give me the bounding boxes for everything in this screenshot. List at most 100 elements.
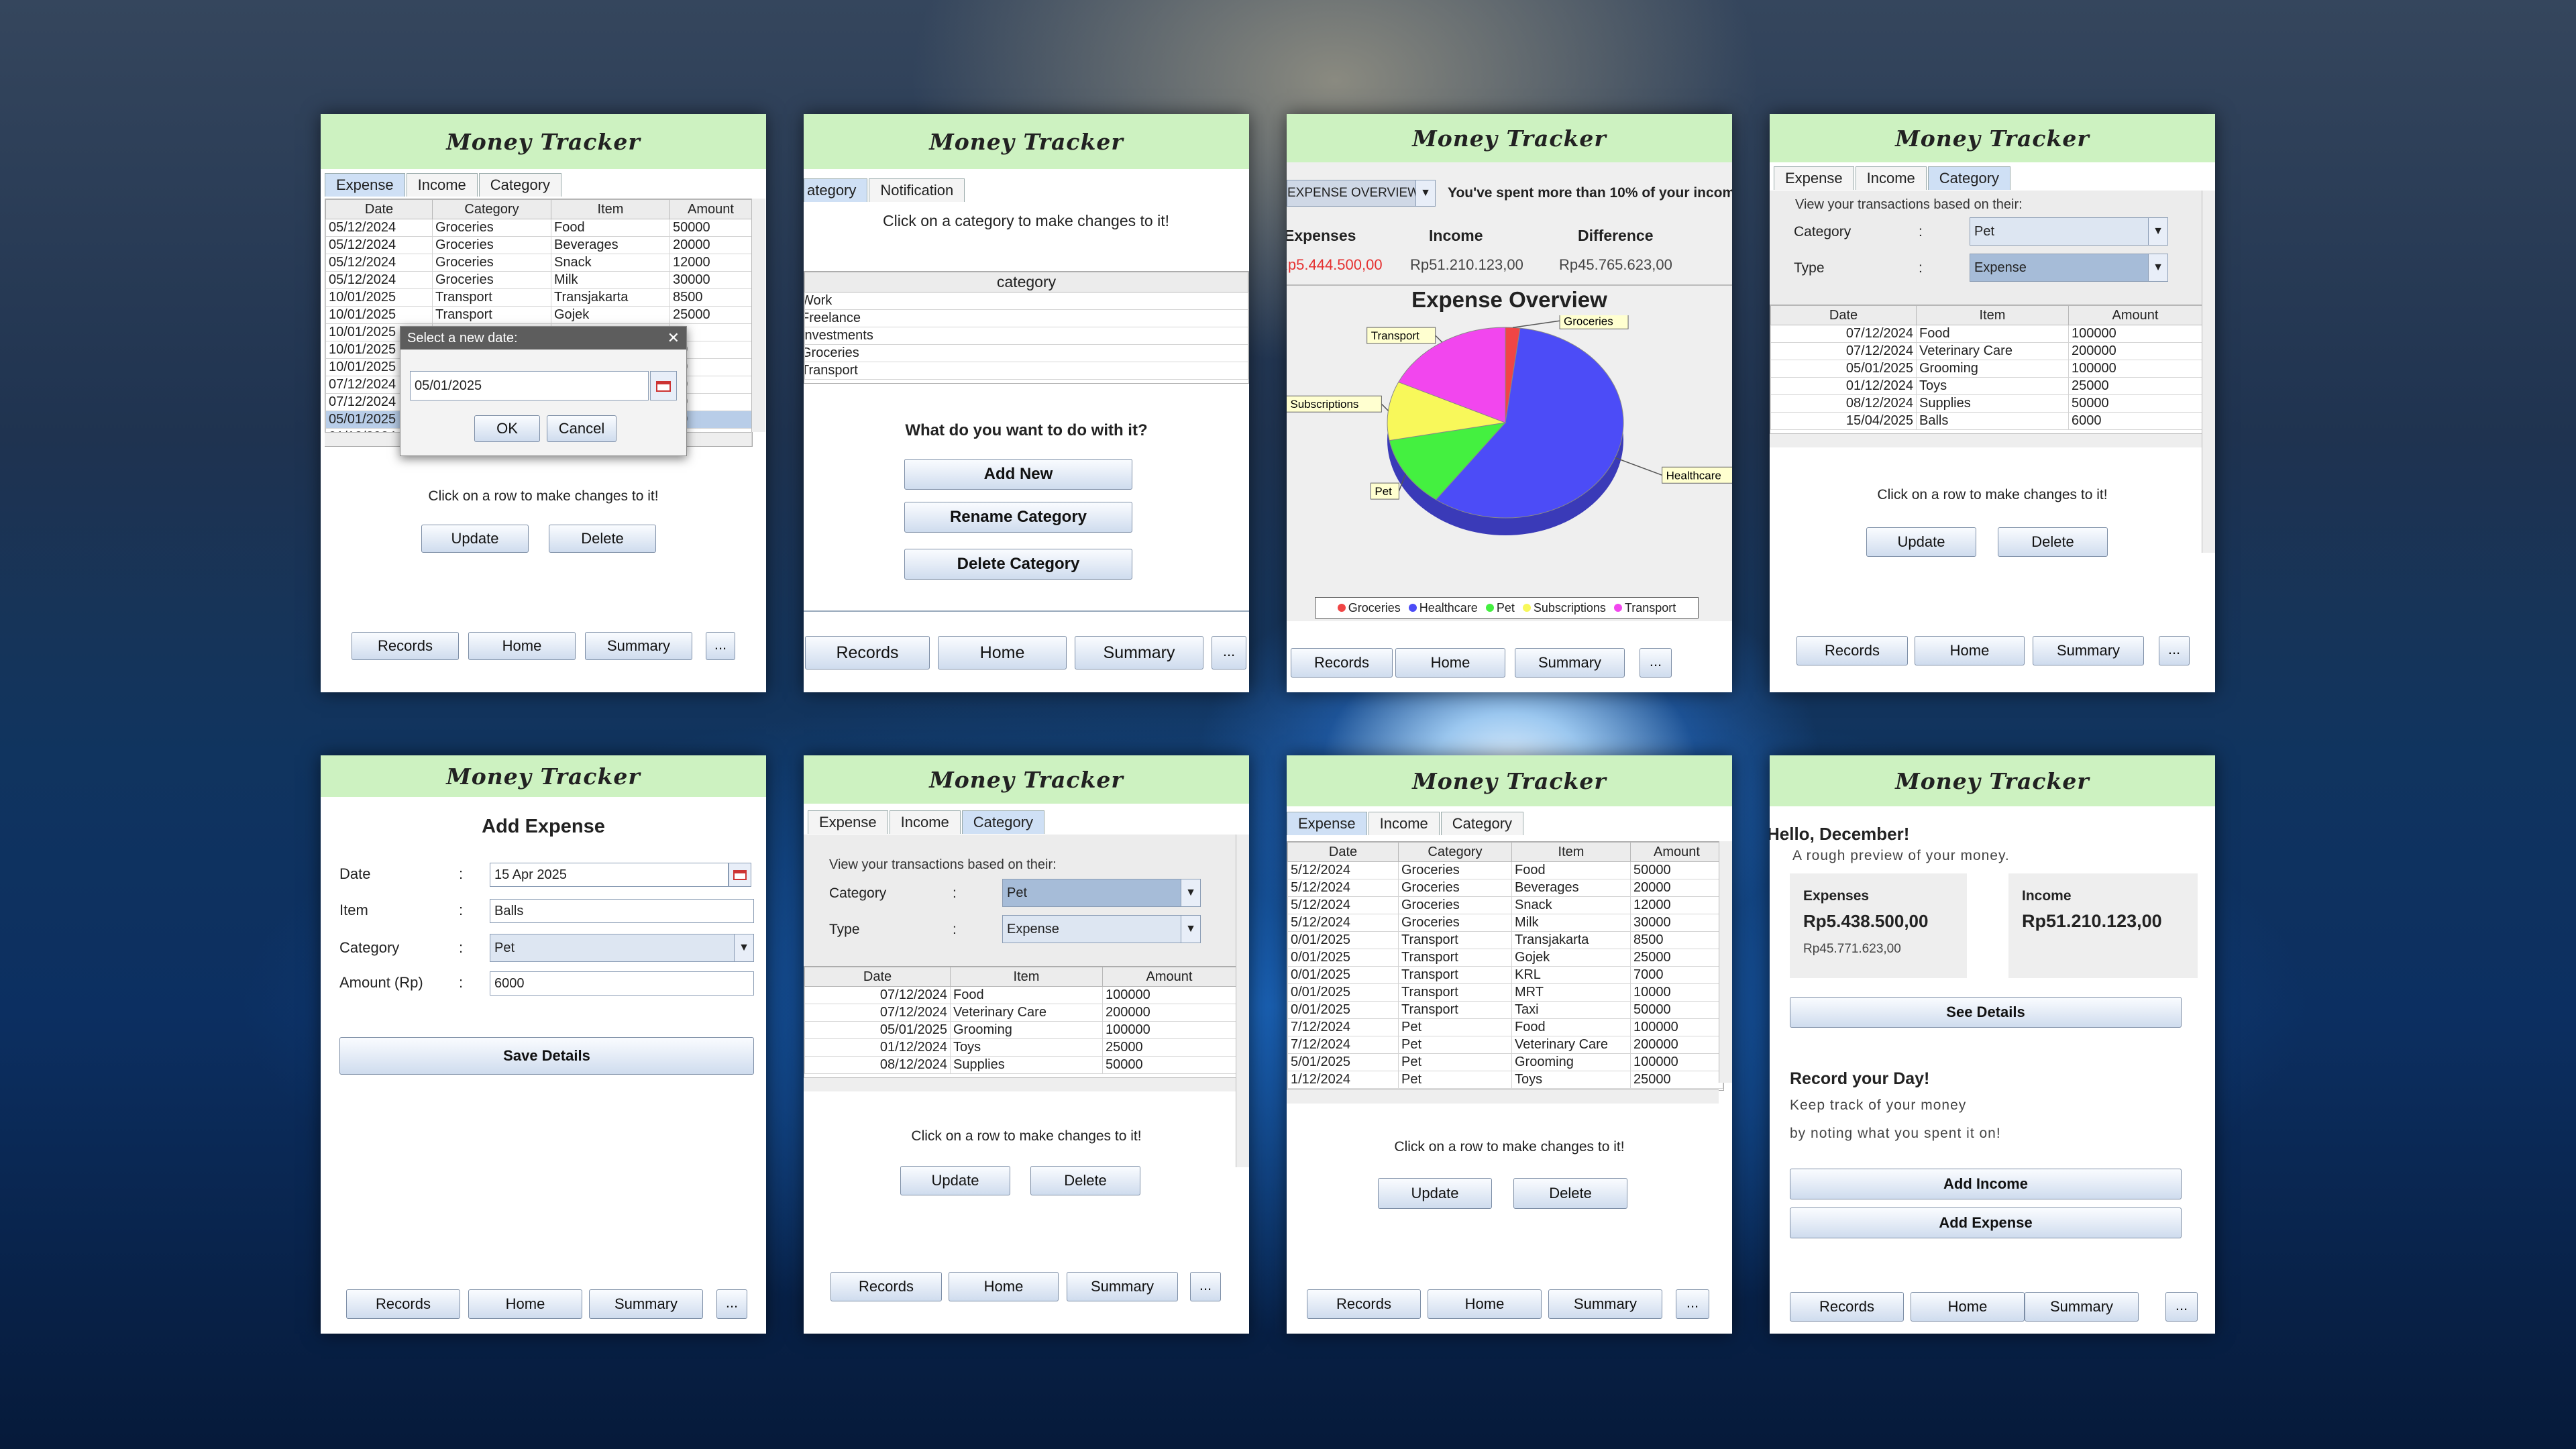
type-select[interactable]: Expense ▼ xyxy=(1970,254,2168,282)
nav-more-button[interactable]: ... xyxy=(706,632,735,660)
nav-summary-button[interactable]: Summary xyxy=(585,632,692,660)
table-row[interactable]: 08/12/2024 Supplies 50000 xyxy=(804,1056,1236,1074)
delete-button[interactable]: Delete xyxy=(549,525,656,553)
table-row[interactable]: 0/01/2025 Transport KRL 7000 xyxy=(1287,966,1723,984)
col-item[interactable]: Item xyxy=(1916,305,2069,325)
col-date[interactable]: Date xyxy=(804,967,951,987)
col-category[interactable]: category xyxy=(804,272,1248,292)
table-row[interactable]: 5/01/2025 Pet Grooming 100000 xyxy=(1287,1053,1723,1071)
tab-income[interactable]: Income xyxy=(406,173,478,197)
col-amount[interactable]: Amount xyxy=(1630,842,1723,862)
table-row[interactable]: 07/12/2024 Veterinary Care 200000 xyxy=(804,1004,1236,1022)
nav-records-button[interactable]: Records xyxy=(352,632,459,660)
chevron-down-icon[interactable]: ▼ xyxy=(1181,916,1200,943)
col-item[interactable]: Item xyxy=(551,199,670,219)
table-row[interactable]: 07/12/2024 Food 100000 xyxy=(1770,325,2202,343)
update-button[interactable]: Update xyxy=(1378,1178,1492,1209)
category-row[interactable]: Transport xyxy=(804,362,1248,380)
add-category-button[interactable]: Add New xyxy=(904,459,1132,490)
nav-home-button[interactable]: Home xyxy=(949,1272,1059,1301)
update-button[interactable]: Update xyxy=(900,1166,1010,1195)
nav-home-button[interactable]: Home xyxy=(1428,1289,1542,1319)
item-field[interactable]: Balls xyxy=(490,899,754,923)
table-row[interactable]: 0/01/2025 Transport Gojek 25000 xyxy=(1287,949,1723,967)
table-row[interactable]: 10/01/2025 Transport Gojek 25000 xyxy=(325,306,752,324)
tab-expense[interactable]: Expense xyxy=(808,810,888,834)
table-row[interactable]: 10/01/2025 Transport Transjakarta 8500 xyxy=(325,288,752,307)
tab-income[interactable]: Income xyxy=(1855,166,1927,190)
col-date[interactable]: Date xyxy=(1770,305,1917,325)
nav-home-button[interactable]: Home xyxy=(1915,636,2025,665)
col-amount[interactable]: Amount xyxy=(1102,967,1236,987)
table-row[interactable]: 5/12/2024 Groceries Milk 30000 xyxy=(1287,914,1723,932)
add-expense-button[interactable]: Add Expense xyxy=(1790,1208,2182,1238)
table-row[interactable]: 0/01/2025 Transport Transjakarta 8500 xyxy=(1287,931,1723,949)
nav-summary-button[interactable]: Summary xyxy=(2033,636,2144,665)
dialog-ok-button[interactable]: OK xyxy=(474,415,540,442)
nav-more-button[interactable]: ... xyxy=(2159,636,2190,665)
nav-summary-button[interactable]: Summary xyxy=(1067,1272,1178,1301)
update-button[interactable]: Update xyxy=(1866,527,1976,557)
table-row[interactable]: 5/12/2024 Groceries Snack 12000 xyxy=(1287,896,1723,914)
overview-dropdown[interactable]: EXPENSE OVERVIEW ▼ xyxy=(1287,180,1436,207)
calendar-icon[interactable] xyxy=(729,863,751,887)
records-table[interactable]: Date Category Item Amount 5/12/2024 Groce… xyxy=(1287,841,1724,1091)
col-item[interactable]: Item xyxy=(950,967,1103,987)
table-row[interactable]: 5/12/2024 Groceries Beverages 20000 xyxy=(1287,879,1723,897)
delete-category-button[interactable]: Delete Category xyxy=(904,549,1132,580)
date-field[interactable]: 15 Apr 2025 xyxy=(490,863,729,887)
nav-summary-button[interactable]: Summary xyxy=(1548,1289,1662,1319)
table-row[interactable]: 07/12/2024 Veterinary Care 200000 xyxy=(1770,342,2202,360)
tab-category[interactable]: ategory xyxy=(804,178,868,202)
table-row[interactable]: 0/01/2025 Transport Taxi 50000 xyxy=(1287,1001,1723,1019)
nav-more-button[interactable]: ... xyxy=(1640,648,1672,678)
amount-field[interactable]: 6000 xyxy=(490,971,754,996)
col-amount[interactable]: Amount xyxy=(669,199,752,219)
category-row[interactable]: Investments xyxy=(804,327,1248,345)
chevron-down-icon[interactable]: ▼ xyxy=(2148,254,2167,281)
chevron-down-icon[interactable]: ▼ xyxy=(734,934,753,961)
rename-category-button[interactable]: Rename Category xyxy=(904,502,1132,533)
filtered-table[interactable]: Date Item Amount 07/12/2024 Food 100000 07/… xyxy=(1770,305,2203,435)
table-row[interactable]: 05/01/2025 Grooming 100000 xyxy=(804,1021,1236,1039)
tab-expense[interactable]: Expense xyxy=(1287,812,1367,835)
vertical-scrollbar[interactable] xyxy=(1719,841,1732,1083)
nav-records-button[interactable]: Records xyxy=(805,636,930,669)
table-row[interactable]: 07/12/2024 Food 100000 xyxy=(804,986,1236,1004)
date-field[interactable]: 05/01/2025 xyxy=(410,371,649,400)
category-select[interactable]: Pet ▼ xyxy=(1002,879,1201,907)
nav-summary-button[interactable]: Summary xyxy=(1075,636,1203,669)
tab-expense[interactable]: Expense xyxy=(325,173,405,197)
see-details-button[interactable]: See Details xyxy=(1790,997,2182,1028)
nav-records-button[interactable]: Records xyxy=(346,1289,460,1319)
type-select[interactable]: Expense ▼ xyxy=(1002,915,1201,943)
table-row[interactable]: 0/01/2025 Transport MRT 10000 xyxy=(1287,983,1723,1002)
table-row[interactable]: 1/12/2024 Pet Toys 25000 xyxy=(1287,1071,1723,1089)
category-row[interactable]: Freelance xyxy=(804,309,1248,327)
tab-category[interactable]: Category xyxy=(961,810,1045,834)
tab-income[interactable]: Income xyxy=(889,810,961,834)
nav-home-button[interactable]: Home xyxy=(1911,1292,2025,1322)
horizontal-scrollbar[interactable] xyxy=(1287,1089,1719,1104)
calendar-icon[interactable] xyxy=(650,371,677,400)
nav-more-button[interactable]: ... xyxy=(1190,1272,1221,1301)
save-details-button[interactable]: Save Details xyxy=(339,1037,754,1075)
nav-home-button[interactable]: Home xyxy=(1395,648,1505,678)
vertical-scrollbar[interactable] xyxy=(751,199,765,432)
category-row[interactable]: Work xyxy=(804,292,1248,310)
delete-button[interactable]: Delete xyxy=(1998,527,2108,557)
chevron-down-icon[interactable]: ▼ xyxy=(1415,180,1435,206)
tab-category[interactable]: Category xyxy=(478,173,562,197)
nav-records-button[interactable]: Records xyxy=(1291,648,1393,678)
table-row[interactable]: 15/04/2025 Balls 6000 xyxy=(1770,412,2202,430)
tab-notification[interactable]: Notification xyxy=(869,178,965,202)
nav-records-button[interactable]: Records xyxy=(1307,1289,1421,1319)
nav-records-button[interactable]: Records xyxy=(1790,1292,1904,1322)
nav-home-button[interactable]: Home xyxy=(938,636,1067,669)
nav-summary-button[interactable]: Summary xyxy=(1515,648,1625,678)
nav-home-button[interactable]: Home xyxy=(468,632,576,660)
tab-category[interactable]: Category xyxy=(1927,166,2011,190)
tab-category[interactable]: Category xyxy=(1440,812,1524,835)
chevron-down-icon[interactable]: ▼ xyxy=(1181,879,1200,906)
table-row[interactable]: 05/12/2024 Groceries Snack 12000 xyxy=(325,254,752,272)
